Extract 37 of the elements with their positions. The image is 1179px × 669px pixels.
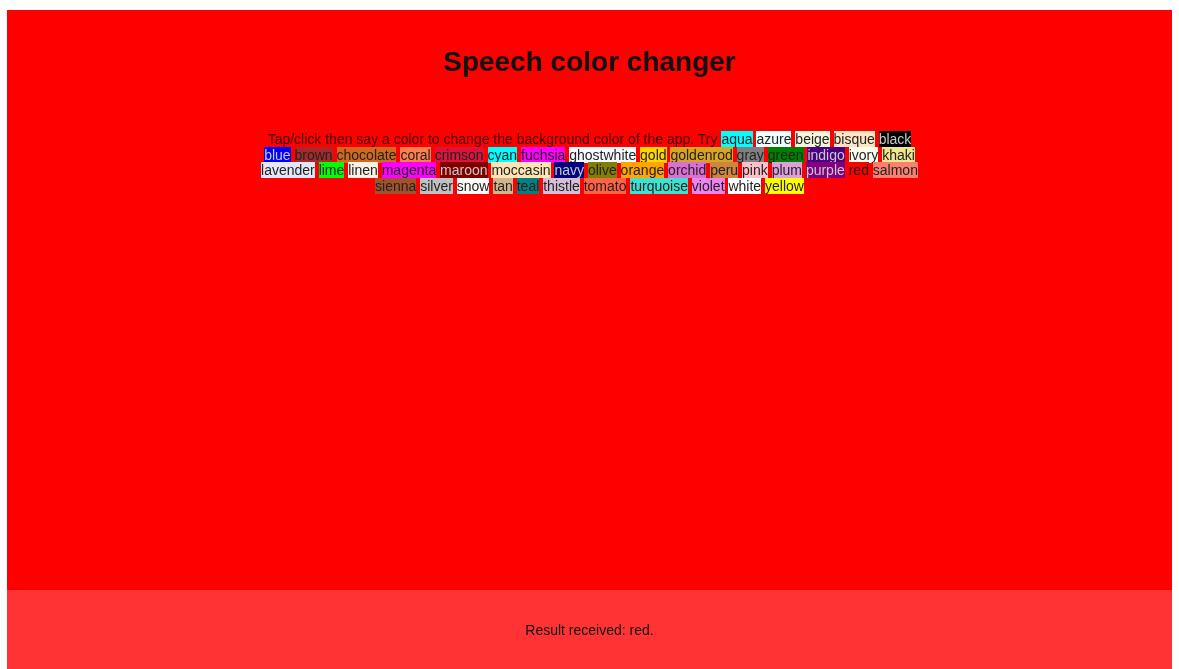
color-swatch-word: purple [805,162,845,178]
app-title: Speech color changer [443,46,736,78]
color-swatch-word: yellow [765,177,804,194]
color-swatch-word: linen [348,162,378,178]
color-swatch-word: turquoise [630,177,688,194]
color-swatch-word: pink [742,162,768,178]
color-swatch-word: blue [264,146,291,163]
color-swatch-word: plum [771,162,802,178]
color-swatch-word: red [848,162,869,178]
color-swatch-word: bisque [833,131,875,147]
color-swatch-word: gold [640,146,667,163]
result-text: Result received: red. [525,621,654,638]
color-swatch-word: azure [756,131,792,147]
color-swatch-word: white [728,177,762,194]
color-swatch-word: peru [710,162,739,178]
color-swatch-word: brown [294,146,333,163]
color-swatch-word: orchid [668,162,707,178]
color-swatch-word: navy [554,162,585,178]
color-swatch-word: olive [587,162,617,178]
color-swatch-word: orange [620,162,665,178]
color-swatch-word: cyan [487,146,518,163]
color-swatch-word: coral [400,146,431,163]
color-swatch-word: chocolate [336,146,397,163]
color-swatch-word: black [878,131,912,147]
color-swatch-word: thistle [543,177,580,194]
color-swatch-word: goldenrod [670,146,733,163]
color-swatch-word: crimson [434,146,484,163]
color-swatch-word: moccasin [491,162,551,178]
color-swatch-word: maroon [440,162,488,178]
color-swatch-word: aqua [721,131,753,147]
color-swatch-word: indigo [807,146,845,163]
color-swatch-word: salmon [872,162,918,178]
color-swatch-word: ghostwhite [569,146,637,163]
color-swatch-word: lavender [261,162,315,178]
color-swatch-word: beige [795,131,830,147]
color-swatch-word: lime [318,162,345,178]
hint-text: Tap/click then say a color to change the background color of the app. Try [267,131,718,147]
